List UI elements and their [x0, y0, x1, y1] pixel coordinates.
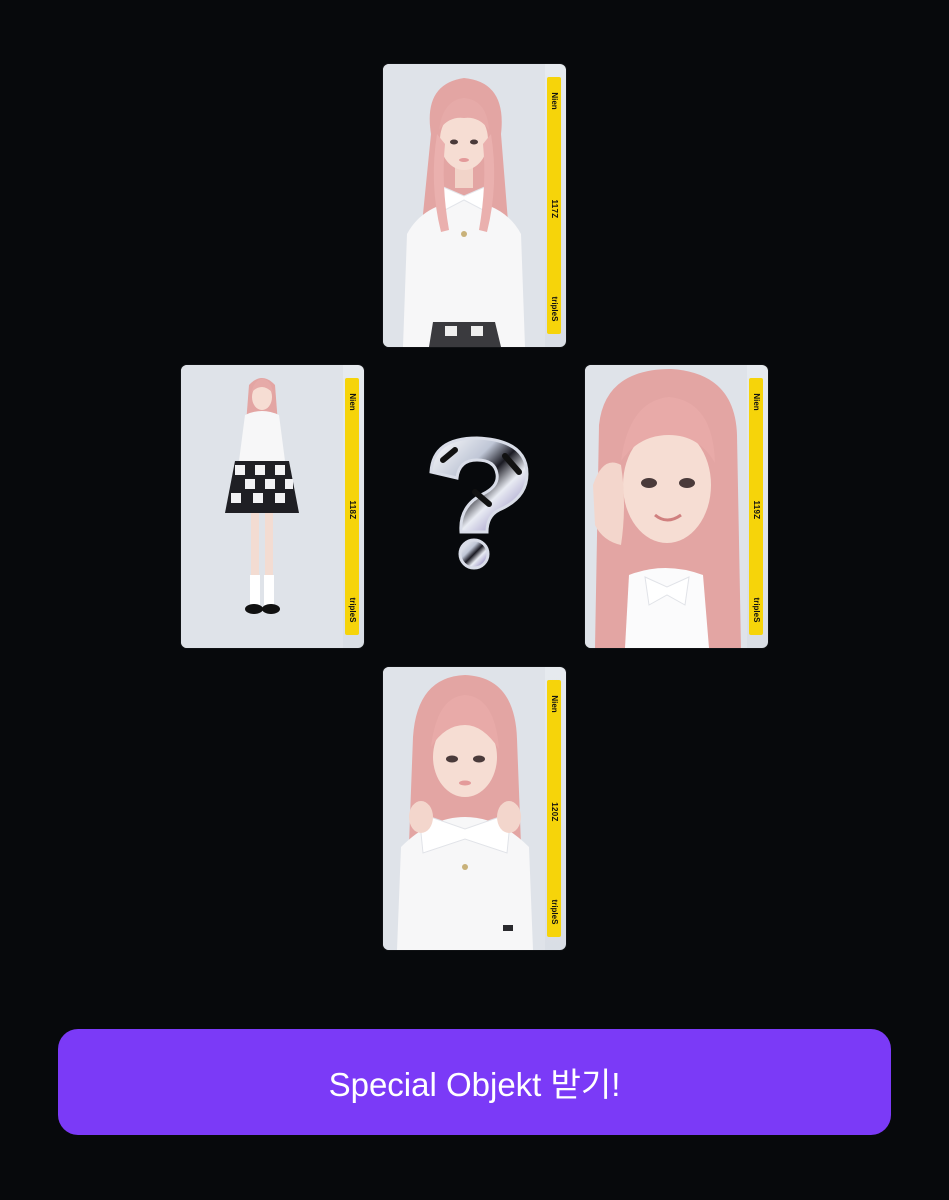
question-mark-icon — [415, 432, 541, 572]
card-side-band: Nien 120Z tripleS — [547, 680, 561, 937]
card-photo — [181, 365, 343, 648]
card-member-name: Nien — [550, 695, 559, 713]
objekt-card-right[interactable]: Nien 119Z tripleS — [585, 365, 768, 648]
card-photo — [383, 64, 545, 347]
get-special-objekt-button[interactable]: Special Objekt 받기! — [58, 1029, 891, 1135]
card-brand: tripleS — [348, 597, 357, 623]
card-serial: 119Z — [752, 500, 761, 520]
card-photo — [383, 667, 545, 950]
objekt-card-bottom[interactable]: Nien 120Z tripleS — [383, 667, 566, 950]
card-photo — [585, 365, 747, 648]
card-brand: tripleS — [752, 597, 761, 623]
card-side-band: Nien 119Z tripleS — [749, 378, 763, 635]
card-member-name: Nien — [752, 393, 761, 411]
cta-label: Special Objekt 받기! — [328, 1066, 621, 1103]
card-serial: 118Z — [348, 500, 357, 520]
card-member-name: Nien — [550, 92, 559, 110]
card-serial: 117Z — [550, 199, 559, 219]
card-side-band: Nien 118Z tripleS — [345, 378, 359, 635]
card-member-name: Nien — [348, 393, 357, 411]
objekt-card-left[interactable]: Nien 118Z tripleS — [181, 365, 364, 648]
objekt-card-top[interactable]: Nien 117Z tripleS — [383, 64, 566, 347]
card-side-band: Nien 117Z tripleS — [547, 77, 561, 334]
card-brand: tripleS — [550, 899, 559, 925]
card-brand: tripleS — [550, 296, 559, 322]
card-serial: 120Z — [550, 802, 559, 822]
